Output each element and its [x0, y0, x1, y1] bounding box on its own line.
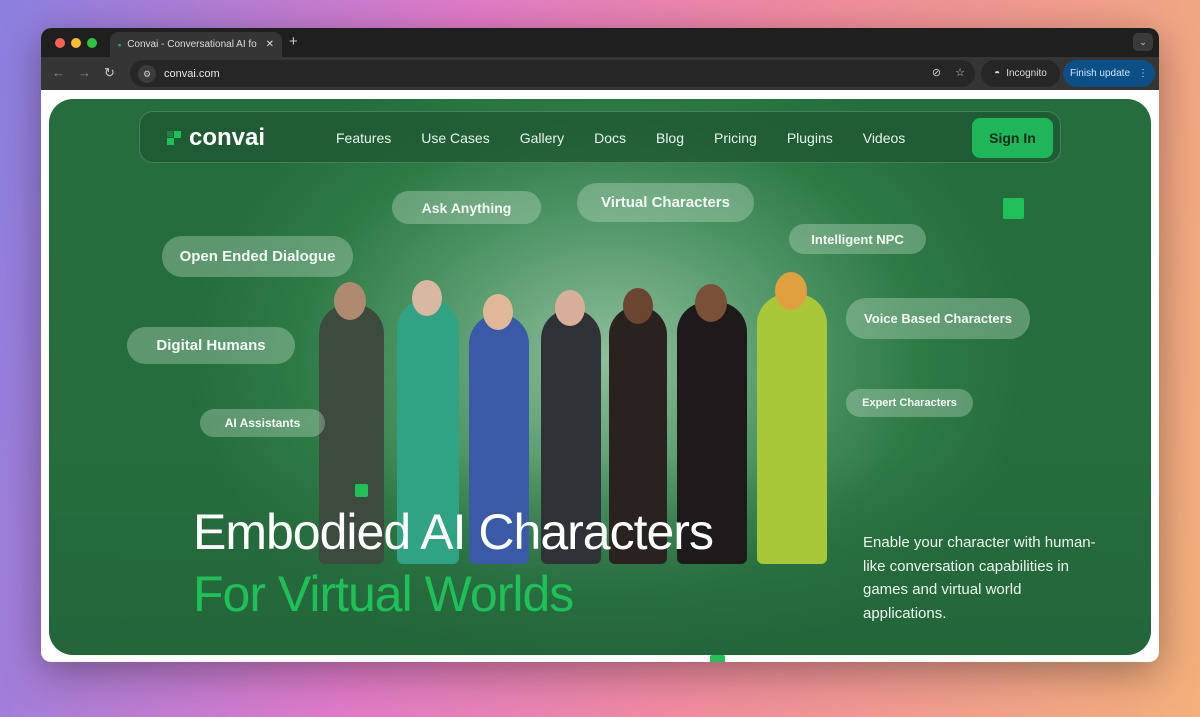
- address-bar[interactable]: ⚙ convai.com ⊘ ☆: [130, 60, 975, 87]
- tag-ai-assistants: AI Assistants: [200, 409, 325, 437]
- sign-in-button[interactable]: Sign In: [972, 118, 1053, 158]
- plus-icon[interactable]: +: [289, 33, 298, 50]
- decor-square: [710, 655, 725, 662]
- finish-update-button[interactable]: Finish update ⋮: [1063, 60, 1155, 87]
- favicon-icon: ▪: [118, 39, 122, 50]
- nav-blog[interactable]: Blog: [656, 130, 684, 146]
- reload-icon[interactable]: ↻: [104, 65, 115, 81]
- more-icon[interactable]: ⋮: [1138, 68, 1148, 79]
- decor-square: [355, 484, 368, 497]
- incognito-icon: ◓: [994, 68, 1001, 79]
- tag-expert-characters: Expert Characters: [846, 389, 973, 417]
- chevron-down-icon[interactable]: ⌄: [1133, 33, 1153, 51]
- site-settings-icon[interactable]: ⚙: [138, 64, 156, 83]
- nav-pricing[interactable]: Pricing: [714, 130, 757, 146]
- logo-mark-icon: [167, 130, 183, 146]
- headline-secondary: For Virtual Worlds: [193, 566, 574, 622]
- nav-gallery[interactable]: Gallery: [520, 130, 564, 146]
- tag-intelligent-npc: Intelligent NPC: [789, 224, 926, 254]
- nav-plugins[interactable]: Plugins: [787, 130, 833, 146]
- nav-features[interactable]: Features: [336, 130, 391, 146]
- tab-bar: ▪ Convai - Conversational AI fo ✕ + ⌄: [41, 28, 1159, 57]
- hero-section: convai Features Use Cases Gallery Docs B…: [49, 99, 1151, 655]
- close-icon[interactable]: ✕: [266, 39, 274, 50]
- maximize-window-button[interactable]: [87, 38, 97, 48]
- logo[interactable]: convai: [167, 124, 265, 152]
- site-navbar: convai Features Use Cases Gallery Docs B…: [139, 111, 1061, 163]
- close-window-button[interactable]: [55, 38, 65, 48]
- nav-docs[interactable]: Docs: [594, 130, 626, 146]
- tab-title: Convai - Conversational AI fo: [127, 39, 257, 50]
- browser-window: ▪ Convai - Conversational AI fo ✕ + ⌄ ← …: [41, 28, 1159, 662]
- tag-virtual-characters: Virtual Characters: [577, 183, 754, 222]
- toolbar: ← → ↻ ⚙ convai.com ⊘ ☆ ◓ Incognito Finish…: [41, 57, 1159, 90]
- update-label: Finish update: [1069, 68, 1131, 79]
- hero-description: Enable your character with human-like co…: [863, 534, 1096, 622]
- tag-digital-humans: Digital Humans: [127, 327, 295, 364]
- star-icon[interactable]: ☆: [955, 66, 965, 79]
- headline-primary: Embodied AI Characters: [193, 504, 714, 560]
- url-text: convai.com: [164, 67, 220, 80]
- minimize-window-button[interactable]: [71, 38, 81, 48]
- nav-links: Features Use Cases Gallery Docs Blog Pri…: [336, 130, 905, 146]
- nav-use-cases[interactable]: Use Cases: [421, 130, 489, 146]
- tag-voice-based-characters: Voice Based Characters: [846, 298, 1030, 339]
- decor-square: [1003, 198, 1024, 219]
- browser-tab[interactable]: ▪ Convai - Conversational AI fo ✕: [110, 32, 282, 57]
- back-icon[interactable]: ←: [52, 65, 65, 80]
- eye-off-icon[interactable]: ⊘: [932, 66, 941, 79]
- tag-open-ended-dialogue: Open Ended Dialogue: [162, 236, 353, 277]
- tag-ask-anything: Ask Anything: [392, 191, 541, 224]
- incognito-indicator[interactable]: ◓ Incognito: [981, 60, 1060, 87]
- logo-text: convai: [189, 124, 266, 151]
- nav-videos[interactable]: Videos: [863, 130, 906, 146]
- forward-icon[interactable]: →: [78, 65, 91, 80]
- incognito-label: Incognito: [1006, 68, 1047, 79]
